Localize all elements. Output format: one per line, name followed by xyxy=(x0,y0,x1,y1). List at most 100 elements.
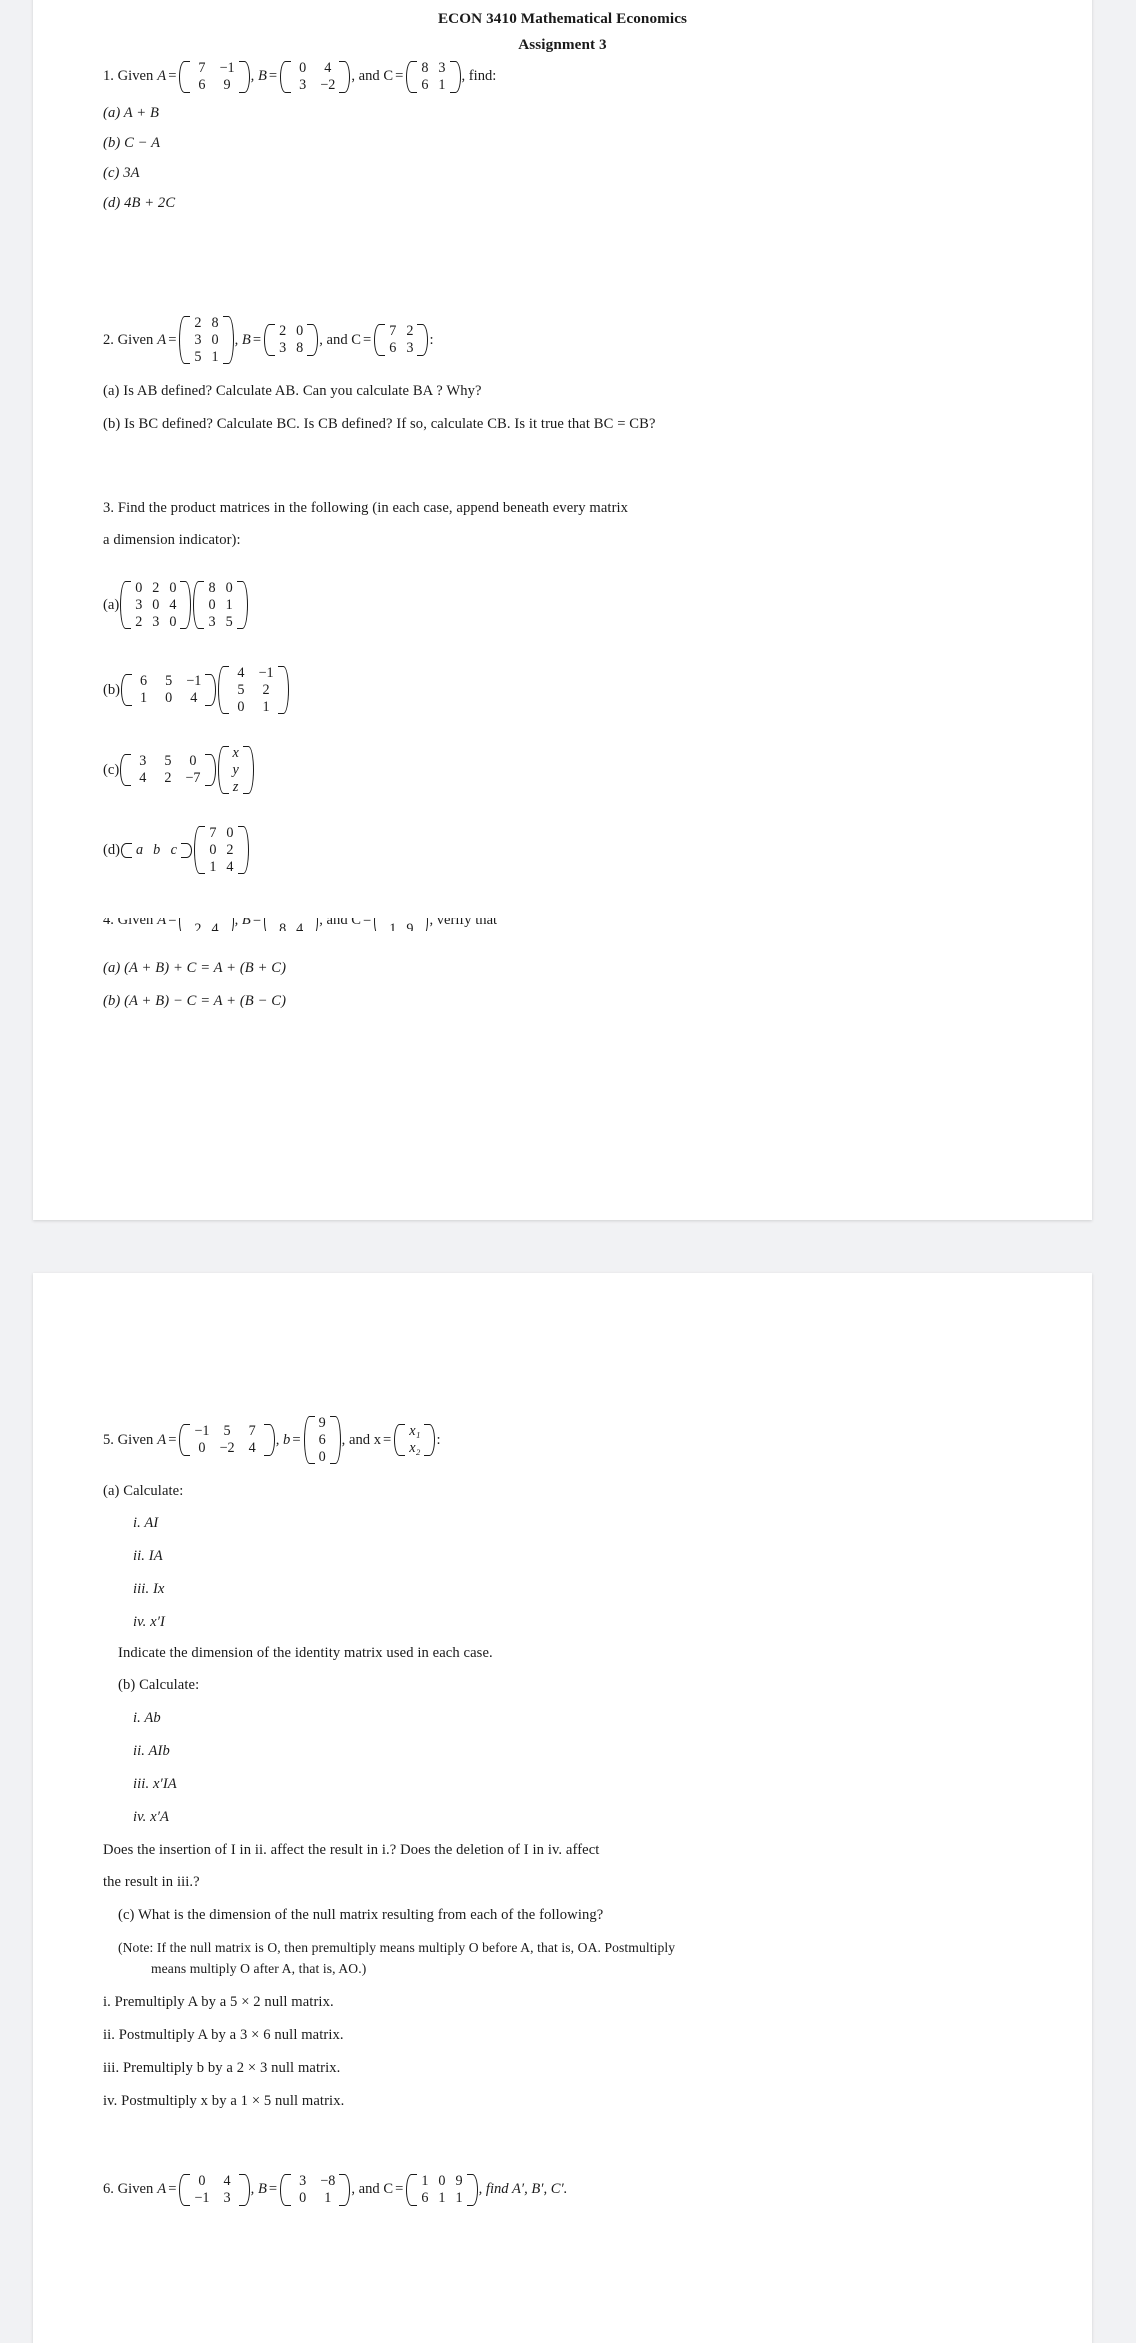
q2-trailer: : xyxy=(429,331,434,348)
q4-matrix-b: 1 7 8 4 xyxy=(264,918,319,931)
cell: 2 xyxy=(152,580,160,596)
cell: 1 xyxy=(324,2189,332,2206)
cell: 0 xyxy=(209,841,217,858)
q6-matrix-a-grid: 0 4 −1 3 xyxy=(186,2173,242,2207)
q5-part-b-label: (b) Calculate: xyxy=(118,1677,200,1693)
cell: 4 xyxy=(248,1440,256,1457)
q5-part-a-label: (a) Calculate: xyxy=(103,1483,184,1499)
cell: 1 xyxy=(211,348,219,365)
q4-comma-b: , B xyxy=(234,918,251,929)
cell: 5 xyxy=(194,348,202,365)
paren-right-icon xyxy=(277,665,289,715)
cell: −1 xyxy=(219,60,235,76)
q1-comma-b: , B xyxy=(250,68,267,85)
q4-item-a: (a) (A + B) + C = A + (B + C) xyxy=(103,960,287,976)
cell: 1 xyxy=(438,2189,446,2206)
q2-eq-3: = xyxy=(363,331,372,348)
paren-right-icon xyxy=(222,918,234,931)
cell: 9 xyxy=(318,1415,326,1431)
cell: 2 xyxy=(194,315,202,331)
paren-left-icon xyxy=(280,60,292,94)
q6-matrix-c: 1 0 9 6 1 1 xyxy=(406,2173,478,2207)
cell: −8 xyxy=(320,2173,336,2189)
q5-question-line-1: Does the insertion of I in ii. affect th… xyxy=(103,1842,600,1858)
q5-part-b-item-1: i. Ab xyxy=(133,1710,161,1726)
cell: 3 xyxy=(223,2189,231,2206)
q2-a-label: A xyxy=(157,331,167,348)
q4-matrix-a: 8 3 2 4 xyxy=(179,918,234,931)
cell: 4 xyxy=(139,770,147,787)
paren-right-icon xyxy=(204,753,216,787)
cell: 1 xyxy=(421,2173,429,2189)
q5-a-label: A xyxy=(157,1431,167,1448)
q6-matrix-a: 0 4 −1 3 xyxy=(179,2173,250,2207)
q3-b-matrix-2: 4 −1 5 2 0 1 xyxy=(218,665,289,715)
q5-part-a-item-2: ii. IA xyxy=(133,1548,163,1564)
paren-left-icon xyxy=(264,323,276,357)
q6-matrix-b-grid: 3 −8 0 1 xyxy=(287,2173,343,2207)
q5-part-a-item-1: i. AI xyxy=(133,1515,159,1531)
q4-matrix-c: 5 0 1 9 xyxy=(374,918,429,931)
cell: 9 xyxy=(455,2173,463,2189)
paren-left-icon xyxy=(179,315,191,365)
q3-prompt-line-2: a dimension indicator): xyxy=(103,532,241,548)
cell: 0 xyxy=(169,580,177,596)
cell: 5 xyxy=(225,613,233,630)
paren-left-icon xyxy=(120,580,132,630)
q2-item-a: (a) Is AB defined? Calculate AB. Can you… xyxy=(103,383,482,399)
q5-part-a-item-4: iv. x′I xyxy=(133,1614,165,1630)
paren-right-icon xyxy=(339,2173,351,2207)
q1-item-b: (b) C − A xyxy=(103,135,161,151)
cell: 0 xyxy=(208,596,216,613)
q6-lead: 6. Given xyxy=(103,2181,154,2198)
cell: x xyxy=(232,745,239,761)
paren-left-icon xyxy=(193,580,205,630)
cell: 8 xyxy=(208,580,216,596)
q2-eq-1: = xyxy=(168,331,177,348)
cell: 3 xyxy=(152,613,160,630)
cell: 0 xyxy=(198,1440,206,1457)
paren-left-icon xyxy=(264,918,276,931)
cell: 5 xyxy=(223,1423,231,1440)
q3-b-matrix-2-grid: 4 −1 5 2 0 1 xyxy=(225,665,281,715)
cell: 3 xyxy=(299,76,307,93)
q3-d-matrix-2: 7 0 0 2 1 4 xyxy=(194,825,249,875)
paren-left-icon xyxy=(179,60,191,94)
q3-a-matrix-1: 0 2 0 3 0 4 2 3 0 xyxy=(120,580,192,630)
question-2-given: 2. Given A = 2 8 3 0 5 1 , B = 2 0 3 8 ,… xyxy=(103,315,434,365)
q1-comma-and-c: , and C xyxy=(351,68,394,85)
cell: 4 xyxy=(324,60,332,76)
cell: 3 xyxy=(299,2173,307,2189)
page-2-content: 5. Given A = −1 5 7 0 −2 4 , b = 9 6 0 ,… xyxy=(33,1273,1092,2343)
q5-part-c-item-4: iv. Postmultiply x by a 1 × 5 null matri… xyxy=(103,2093,345,2109)
cell: −1 xyxy=(194,1423,210,1440)
q1-matrix-c: 8 3 6 1 xyxy=(406,60,461,94)
q2-item-b: (b) Is BC defined? Calculate BC. Is CB d… xyxy=(103,416,656,432)
q3-item-c: (c) 3 5 0 4 2 −7 x y z xyxy=(103,745,255,795)
q4-comma-and-c: , and C xyxy=(319,918,362,929)
paren-left-icon xyxy=(394,1423,406,1457)
q3-d-matrix-1: a b c xyxy=(121,842,193,859)
paren-right-icon xyxy=(307,918,319,931)
cell: 4 xyxy=(223,2173,231,2189)
cell: 0 xyxy=(237,698,245,715)
q1-trailer: , find: xyxy=(461,68,497,85)
paren-left-icon xyxy=(406,60,418,94)
q1-a-label: A xyxy=(157,68,167,85)
q5-part-c-item-3: iii. Premultiply b by a 2 × 3 null matri… xyxy=(103,2060,341,2076)
q5-comma-and-x: , and x xyxy=(341,1431,381,1448)
q1-item-c: (c) 3A xyxy=(103,165,140,181)
q4-matrix-a-grid: 8 3 2 4 xyxy=(186,918,226,931)
q1-lead: 1. Given xyxy=(103,68,154,85)
cell: 3 xyxy=(208,613,216,630)
q5-part-b-item-4: iv. x′A xyxy=(133,1809,170,1825)
paren-right-icon xyxy=(205,673,217,707)
q1-eq-1: = xyxy=(168,68,177,85)
q6-trailer: , find A′, B′, C′. xyxy=(478,2181,568,2198)
q4-matrix-c-grid: 5 0 1 9 xyxy=(381,918,421,931)
course-title: ECON 3410 Mathematical Economics xyxy=(437,10,688,27)
q4-eq-1: = xyxy=(168,918,177,929)
cell: 7 xyxy=(389,323,397,340)
paren-left-icon xyxy=(121,673,133,707)
paren-left-icon xyxy=(303,1415,315,1465)
